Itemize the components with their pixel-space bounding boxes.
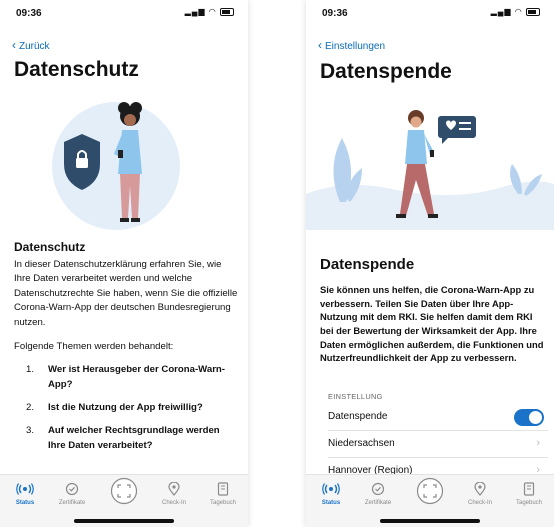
home-indicator (380, 519, 480, 523)
tab-scan[interactable] (103, 475, 145, 507)
row-label: Datenspende (328, 411, 388, 422)
back-label: Einstellungen (325, 41, 386, 52)
tab-status[interactable]: Status (4, 480, 46, 506)
tab-label: Tagebuch (515, 500, 543, 506)
battery-icon (220, 7, 234, 16)
location-pin-icon (459, 480, 501, 498)
topic-text: Wer ist Herausgeber der Corona-Warn-App? (48, 364, 225, 391)
status-time: 09:36 (322, 8, 348, 19)
back-button[interactable]: ‹ Einstellungen (318, 38, 385, 52)
back-button[interactable]: ‹ Zurück (12, 38, 50, 52)
topic-number: 2. (26, 402, 35, 414)
row-label: Niedersachsen (328, 438, 395, 449)
diary-book-icon (202, 480, 244, 498)
diary-book-icon (508, 480, 550, 498)
tab-scan[interactable] (409, 475, 451, 507)
status-waves-icon (310, 480, 352, 498)
tab-checkin[interactable]: Check-In (459, 480, 501, 506)
settings-section: EINSTELLUNG Datenspende Niedersachsen › … (328, 384, 548, 485)
tab-label: Check-In (161, 500, 186, 506)
topic-number: 1. (26, 364, 35, 376)
privacy-content: Datenschutz In dieser Datenschutzerkläru… (14, 240, 238, 462)
tab-bar: Status Zertifikate Check-In Tagebuch (0, 474, 248, 527)
data-donation-screen: 09:36 ▂▄▆ ◠ ‹Einstellungen Datenspende (306, 0, 554, 527)
donation-content: Datenspende Sie können uns helfen, die C… (320, 256, 546, 365)
scan-qr-icon (409, 475, 451, 507)
chevron-right-icon: › (536, 437, 540, 449)
certificate-icon (51, 480, 93, 498)
topic-item[interactable]: 2. Ist die Nutzung der App freiwillig? (26, 401, 238, 416)
tab-diary[interactable]: Tagebuch (508, 480, 550, 506)
state-row[interactable]: Niedersachsen › (328, 431, 548, 458)
chevron-left-icon: ‹ (12, 38, 16, 52)
tab-label: Status (321, 500, 341, 506)
donation-toggle[interactable] (514, 409, 544, 426)
tab-checkin[interactable]: Check-In (153, 480, 195, 506)
section-title: Datenschutz (14, 240, 86, 254)
wifi-icon: ◠ (514, 7, 523, 16)
home-indicator (74, 519, 174, 523)
tab-label: Zertifikate (58, 500, 86, 506)
status-bar: 09:36 ▂▄▆ ◠ (0, 0, 248, 24)
tab-certificates[interactable]: Zertifikate (51, 480, 93, 506)
chevron-left-icon: ‹ (318, 38, 322, 52)
topics-list: 1. Wer ist Herausgeber der Corona-Warn-A… (14, 363, 238, 453)
location-pin-icon (153, 480, 195, 498)
signal-icon: ▂▄▆ (184, 7, 206, 16)
topic-item[interactable]: 1. Wer ist Herausgeber der Corona-Warn-A… (26, 363, 238, 393)
settings-caption: EINSTELLUNG (328, 392, 383, 401)
back-label: Zurück (19, 41, 50, 52)
privacy-illustration (52, 102, 180, 230)
privacy-screen: 09:36 ▂▄▆ ◠ ‹ Zurück Datenschutz Datensc… (0, 0, 248, 527)
page-title: Datenspende (320, 60, 452, 83)
tab-status[interactable]: Status (310, 480, 352, 506)
topic-number: 3. (26, 424, 35, 436)
status-bar: 09:36 ▂▄▆ ◠ (306, 0, 554, 24)
wifi-icon: ◠ (208, 7, 217, 16)
scan-qr-icon (103, 475, 145, 507)
tab-label: Tagebuch (209, 500, 237, 506)
topic-item[interactable]: 3. Auf welcher Rechtsgrundlage werden Ih… (26, 424, 238, 454)
section-title: Datenspende (320, 256, 415, 273)
certificate-icon (357, 480, 399, 498)
tab-bar: Status Zertifikate Check-In Tagebuch (306, 474, 554, 527)
status-icons: ▂▄▆ ◠ (491, 7, 540, 16)
status-icons: ▂▄▆ ◠ (185, 7, 234, 16)
page-title: Datenschutz (14, 58, 139, 81)
topic-text: Ist die Nutzung der App freiwillig? (48, 402, 203, 414)
status-time: 09:36 (16, 8, 42, 19)
topics-heading: Folgende Themen werden behandelt: (14, 340, 174, 352)
toggle-knob (529, 411, 542, 424)
tab-certificates[interactable]: Zertifikate (357, 480, 399, 506)
tab-label: Status (15, 500, 35, 506)
tab-label: Check-In (467, 500, 492, 506)
donation-illustration (306, 98, 554, 230)
intro-text: In dieser Datenschutzerklärung erfahren … (14, 259, 238, 328)
tab-label: Zertifikate (364, 500, 392, 506)
tab-diary[interactable]: Tagebuch (202, 480, 244, 506)
status-waves-icon (4, 480, 46, 498)
intro-text: Sie können uns helfen, die Corona-Warn-A… (320, 284, 544, 364)
battery-icon (526, 7, 540, 16)
donation-toggle-row[interactable]: Datenspende (328, 404, 548, 431)
signal-icon: ▂▄▆ (490, 7, 512, 16)
topic-text: Auf welcher Rechtsgrundlage werden Ihre … (48, 424, 220, 451)
